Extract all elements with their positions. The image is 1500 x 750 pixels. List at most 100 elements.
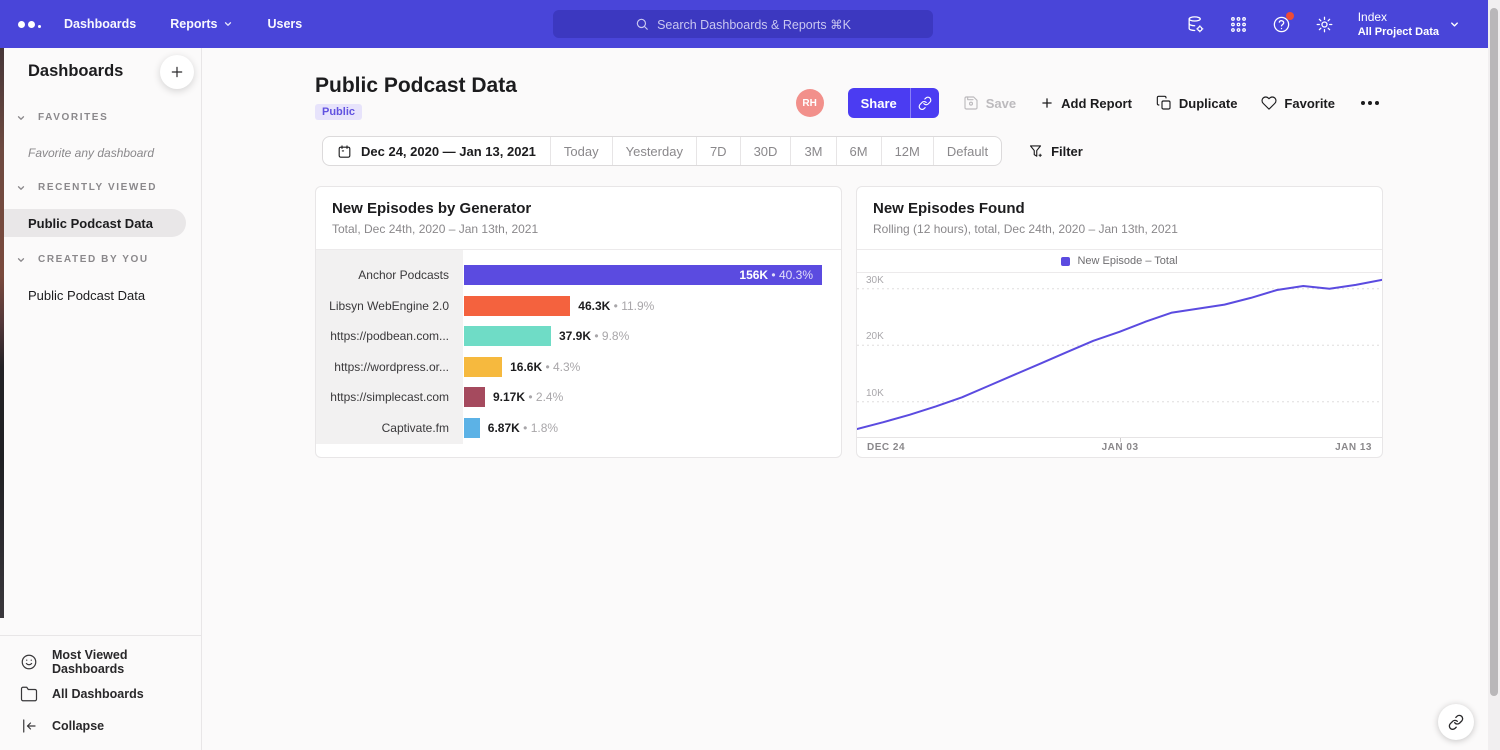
share-button-label[interactable]: Share — [848, 88, 911, 118]
save-icon — [963, 95, 979, 111]
page-title: Public Podcast Data — [315, 74, 517, 98]
preset-default[interactable]: Default — [933, 137, 1001, 165]
duplicate-icon — [1156, 95, 1172, 111]
x-axis: DEC 24JAN 03JAN 13 — [857, 437, 1382, 457]
data-sources-icon[interactable] — [1186, 15, 1205, 34]
search-placeholder: Search Dashboards & Reports ⌘K — [657, 17, 851, 32]
nav-item-label: Reports — [170, 17, 217, 31]
section-label: RECENTLY VIEWED — [38, 182, 157, 193]
bar-category-label: https://wordpress.or... — [316, 360, 463, 374]
axis-tick — [1120, 438, 1121, 442]
y-tick-label: 20K — [866, 331, 884, 342]
card-title: New Episodes Found — [873, 200, 1366, 217]
sidebar-section-recently-viewed[interactable]: RECENTLY VIEWED — [0, 182, 202, 193]
logo-dot — [28, 21, 35, 28]
date-range-label: Dec 24, 2020 — Jan 13, 2021 — [361, 144, 536, 159]
sidebar-section-created-by-you[interactable]: CREATED BY YOU — [0, 254, 202, 265]
settings-gear-icon[interactable] — [1315, 15, 1334, 34]
card-header: New Episodes Found Rolling (12 hours), t… — [857, 187, 1382, 250]
bar-chart: Anchor Podcasts 156K • 40.3% Libsyn WebEng… — [316, 250, 841, 456]
date-range-group: Dec 24, 2020 — Jan 13, 2021 TodayYesterd… — [322, 136, 1002, 166]
duplicate-button[interactable]: Duplicate — [1156, 95, 1238, 111]
card-header: New Episodes by Generator Total, Dec 24t… — [316, 187, 841, 250]
bar-row: https://simplecast.com9.17K • 2.4% — [316, 382, 841, 413]
avatar[interactable]: RH — [796, 89, 824, 117]
card-title: New Episodes by Generator — [332, 200, 825, 217]
bar-row: Captivate.fm6.87K • 1.8% — [316, 413, 841, 444]
share-button[interactable]: Share — [848, 88, 939, 118]
line-chart-svg — [857, 273, 1382, 437]
header-actions: RH Share Save Add Report Duplicate — [796, 88, 1381, 118]
nav-item-reports[interactable]: Reports — [170, 17, 233, 31]
y-tick-label: 10K — [866, 388, 884, 399]
save-button[interactable]: Save — [963, 95, 1016, 111]
sidebar-item-most-viewed-dashboards[interactable]: Most Viewed Dashboards — [0, 646, 201, 678]
sidebar-item-all-dashboards[interactable]: All Dashboards — [0, 678, 201, 710]
bar-row: https://podbean.com...37.9K • 9.8% — [316, 321, 841, 352]
nav-item-users[interactable]: Users — [267, 17, 302, 31]
primary-nav: Dashboards Reports Users — [64, 17, 302, 31]
preset-7d[interactable]: 7D — [696, 137, 740, 165]
preset-30d[interactable]: 30D — [740, 137, 791, 165]
favorite-label: Favorite — [1284, 96, 1335, 111]
top-nav: Dashboards Reports Users Search Dashboar… — [0, 0, 1488, 48]
footer-item-label: Most Viewed Dashboards — [52, 648, 201, 676]
folder-icon — [20, 685, 38, 703]
sidebar-section-favorites[interactable]: FAVORITES — [0, 112, 202, 123]
bar-category-label: Anchor Podcasts — [316, 268, 463, 282]
date-range-picker[interactable]: Dec 24, 2020 — Jan 13, 2021 — [323, 137, 550, 165]
bar-row: https://wordpress.or... 16.6K • 4.3% — [316, 352, 841, 383]
share-link-icon[interactable] — [911, 88, 939, 118]
copy-link-fab[interactable] — [1438, 704, 1474, 740]
bar-value-label: 156K • 40.3% — [739, 268, 813, 282]
apps-grid-icon[interactable] — [1229, 15, 1248, 34]
bar-row: Libsyn WebEngine 2.046.3K • 11.9% — [316, 291, 841, 322]
card-subtitle: Total, Dec 24th, 2020 – Jan 13th, 2021 — [332, 222, 825, 236]
card-new-episodes-found: New Episodes Found Rolling (12 hours), t… — [856, 186, 1383, 458]
more-options-button[interactable] — [1359, 97, 1381, 109]
nav-item-label: Users — [267, 17, 302, 31]
section-label: CREATED BY YOU — [38, 254, 149, 265]
app-window: Dashboards Reports Users Search Dashboar… — [0, 0, 1500, 750]
sidebar-item-public-podcast-data-2[interactable]: Public Podcast Data — [0, 281, 186, 309]
bar: 156K • 40.3% — [464, 265, 822, 285]
bar — [464, 326, 551, 346]
link-icon — [1448, 714, 1464, 730]
y-tick-label: 30K — [866, 275, 884, 286]
help-icon[interactable] — [1272, 15, 1291, 34]
filter-button[interactable]: Filter — [1028, 144, 1083, 159]
logo-dot — [38, 25, 41, 28]
chart-legend: New Episode – Total — [857, 250, 1382, 272]
bar-value-label: 37.9K • 9.8% — [559, 329, 629, 343]
preset-12m[interactable]: 12M — [881, 137, 933, 165]
sidebar-item-label: Public Podcast Data — [28, 216, 153, 231]
collapse-icon — [20, 717, 38, 735]
calendar-icon — [337, 144, 352, 159]
add-report-button[interactable]: Add Report — [1040, 96, 1132, 111]
logo-dot — [18, 21, 25, 28]
chevron-down-icon — [16, 255, 26, 265]
project-name: Index — [1358, 10, 1439, 25]
page-scrollbar — [1488, 0, 1500, 750]
sidebar-collapse-button[interactable]: Collapse — [0, 710, 201, 742]
sidebar-title: Dashboards — [28, 62, 123, 81]
chevron-down-icon — [1449, 19, 1460, 30]
preset-yesterday[interactable]: Yesterday — [612, 137, 696, 165]
nav-item-dashboards[interactable]: Dashboards — [64, 17, 136, 31]
app-logo[interactable] — [0, 21, 48, 28]
x-tick-label: DEC 24 — [867, 442, 905, 453]
bar — [464, 296, 570, 316]
add-dashboard-button[interactable] — [160, 55, 194, 89]
duplicate-label: Duplicate — [1179, 96, 1238, 111]
notification-dot — [1286, 12, 1294, 20]
bar-value-label: 16.6K • 4.3% — [510, 360, 580, 374]
scrollbar-thumb[interactable] — [1490, 8, 1498, 696]
preset-6m[interactable]: 6M — [836, 137, 881, 165]
bar — [464, 357, 502, 377]
search-input[interactable]: Search Dashboards & Reports ⌘K — [553, 10, 933, 38]
sidebar-item-public-podcast-data[interactable]: Public Podcast Data — [0, 209, 186, 237]
favorite-button[interactable]: Favorite — [1261, 95, 1335, 111]
preset-3m[interactable]: 3M — [790, 137, 835, 165]
preset-today[interactable]: Today — [550, 137, 612, 165]
project-selector[interactable]: Index All Project Data — [1358, 10, 1460, 39]
